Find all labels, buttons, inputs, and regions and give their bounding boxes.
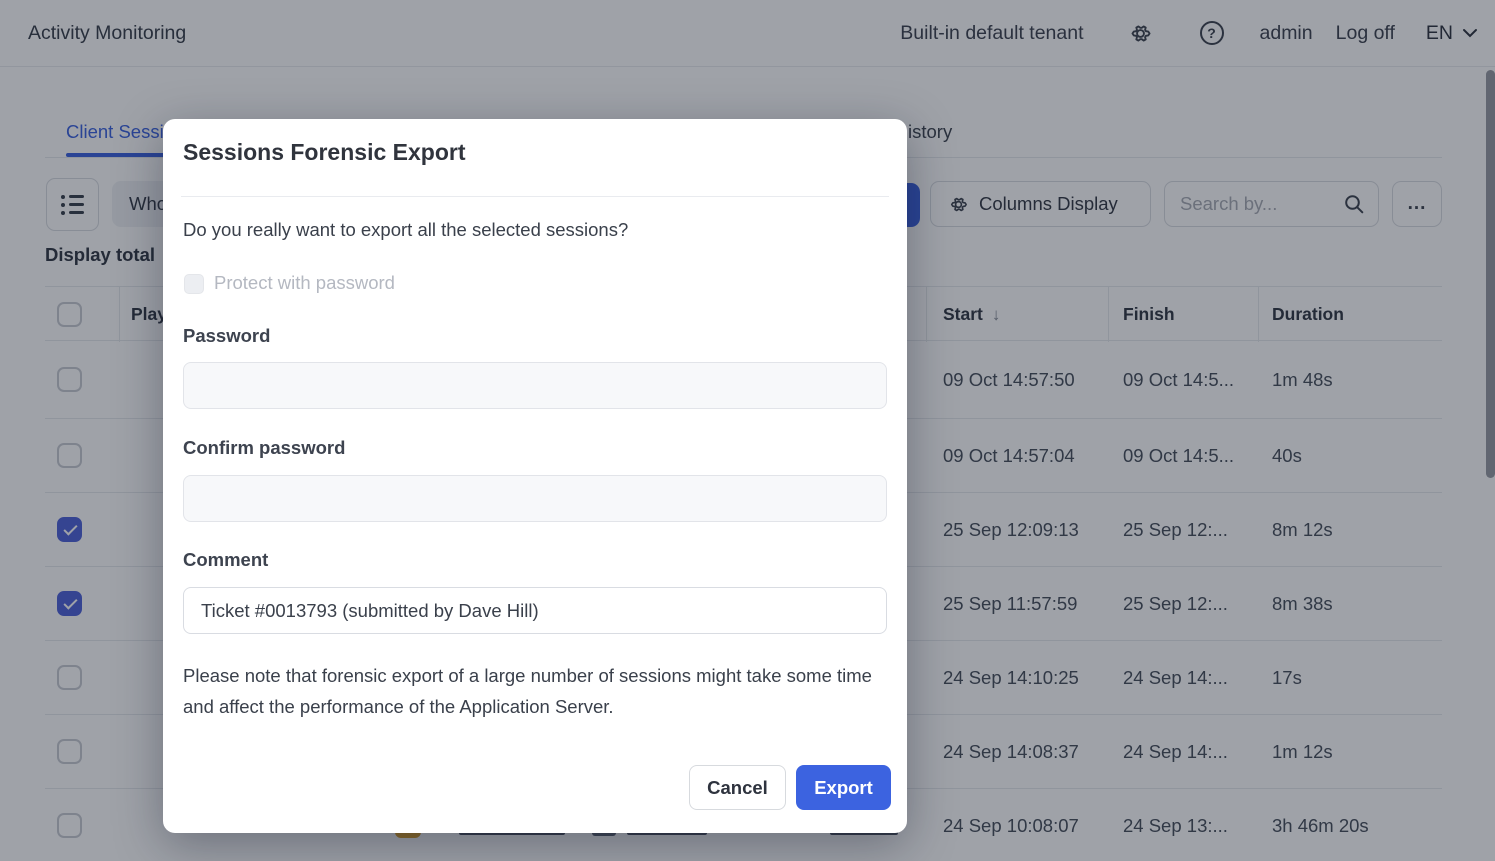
comment-label: Comment [183, 549, 268, 571]
modal-note-text: Please note that forensic export of a la… [183, 660, 883, 722]
forensic-export-modal: Sessions Forensic Export Do you really w… [163, 119, 907, 833]
password-field [183, 362, 887, 409]
app-root: Activity Monitoring Built-in default ten… [0, 0, 1495, 861]
protect-with-password-label: Protect with password [214, 272, 395, 294]
export-button[interactable]: Export [796, 765, 891, 810]
comment-field[interactable] [183, 587, 887, 634]
confirm-password-field [183, 475, 887, 522]
confirm-password-label: Confirm password [183, 437, 345, 459]
modal-question-text: Do you really want to export all the sel… [183, 219, 628, 241]
modal-title-divider [181, 196, 889, 197]
protect-with-password-checkbox [184, 274, 204, 294]
password-label: Password [183, 325, 270, 347]
modal-title: Sessions Forensic Export [183, 139, 465, 166]
cancel-button[interactable]: Cancel [689, 765, 786, 810]
